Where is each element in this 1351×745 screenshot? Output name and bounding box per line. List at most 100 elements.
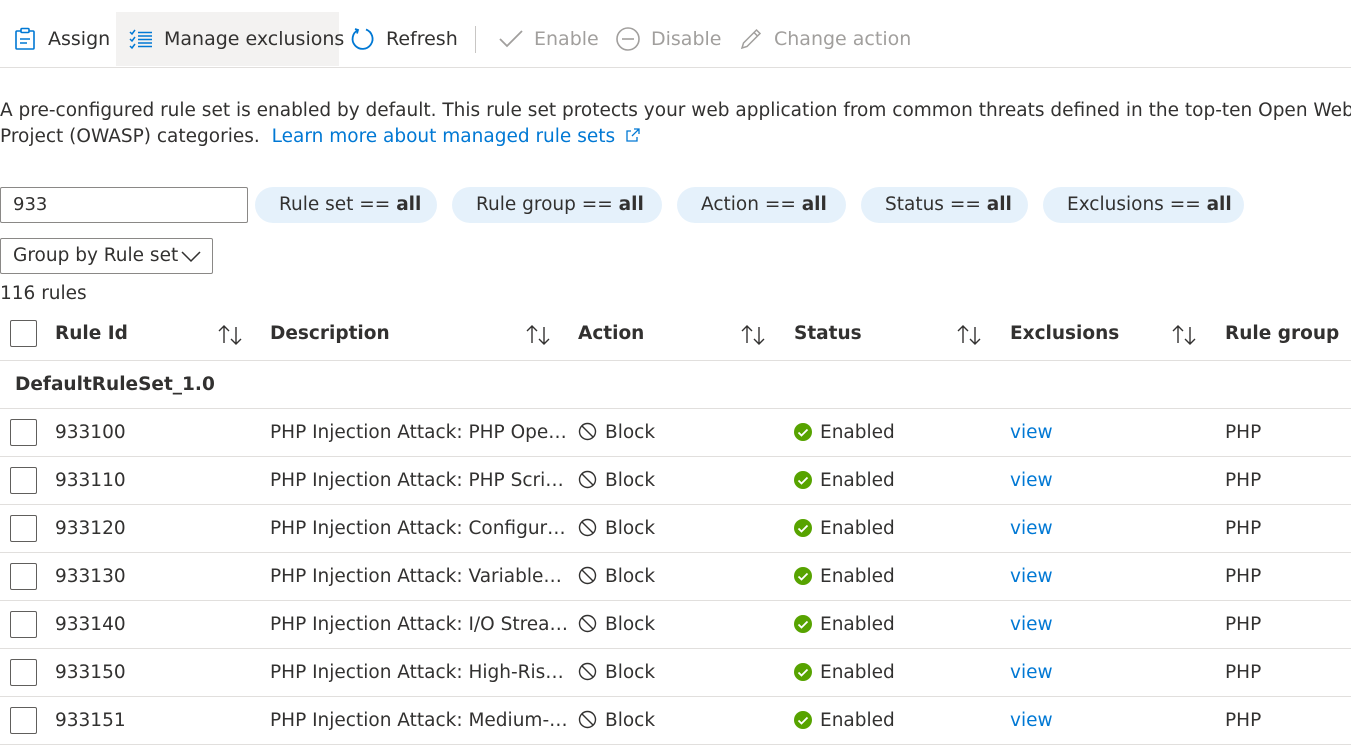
rule-description: PHP Injection Attack: Variables F... [270, 566, 570, 587]
check-circle-icon [794, 663, 812, 681]
rule-action: Block [578, 457, 655, 504]
block-icon [578, 710, 597, 729]
block-icon [578, 662, 597, 681]
assign-button[interactable]: Assign [12, 12, 120, 66]
rule-description: PHP Injection Attack: I/O Stream... [270, 614, 570, 635]
rule-action: Block [578, 649, 655, 696]
filter-pill-action[interactable]: Action == all [677, 187, 846, 223]
column-description[interactable]: Description [270, 310, 390, 360]
chevron-down-icon [181, 251, 201, 263]
select-all-checkbox[interactable] [10, 320, 37, 347]
rule-status: Enabled [794, 457, 895, 504]
row-checkbox[interactable] [10, 563, 37, 590]
table-row[interactable]: 933140 PHP Injection Attack: I/O Stream.… [0, 601, 1351, 649]
sort-icon[interactable] [1171, 323, 1197, 347]
rule-id: 933140 [55, 614, 126, 635]
block-icon [578, 470, 597, 489]
enable-button[interactable]: Enable [498, 12, 599, 66]
rule-id: 933150 [55, 662, 126, 683]
rule-group: PHP [1225, 566, 1262, 587]
filter-pill-status[interactable]: Status == all [861, 187, 1028, 223]
rule-count: 116 rules [0, 283, 87, 304]
rule-status: Enabled [794, 601, 895, 648]
checkmark-icon [498, 26, 524, 52]
column-status[interactable]: Status [794, 310, 862, 360]
rule-group: PHP [1225, 470, 1262, 491]
group-by-dropdown[interactable]: Group by Rule set [0, 238, 213, 274]
rule-description: PHP Injection Attack: High-Risk ... [270, 662, 570, 683]
rule-description: PHP Injection Attack: PHP Open ... [270, 422, 570, 443]
table-row[interactable]: 933130 PHP Injection Attack: Variables F… [0, 553, 1351, 601]
table-header: Rule Id Description Action Status Exclus… [0, 310, 1351, 361]
sort-icon[interactable] [217, 323, 243, 347]
clipboard-icon [12, 26, 38, 52]
check-circle-icon [794, 423, 812, 441]
row-checkbox[interactable] [10, 467, 37, 494]
disable-label: Disable [651, 28, 722, 50]
manage-exclusions-label: Manage exclusions [164, 28, 345, 50]
column-rule-group[interactable]: Rule group [1225, 310, 1339, 360]
check-circle-icon [794, 471, 812, 489]
refresh-icon [350, 26, 376, 52]
table-row[interactable]: 933150 PHP Injection Attack: High-Risk .… [0, 649, 1351, 697]
sort-icon[interactable] [525, 323, 551, 347]
description-line-1: A pre-configured rule set is enabled by … [0, 100, 1351, 121]
refresh-label: Refresh [386, 28, 458, 50]
change-action-button[interactable]: Change action [738, 12, 911, 66]
row-checkbox[interactable] [10, 515, 37, 542]
row-checkbox[interactable] [10, 659, 37, 686]
table-row[interactable]: 933151 PHP Injection Attack: Medium-R...… [0, 697, 1351, 745]
rule-group: PHP [1225, 662, 1262, 683]
column-exclusions[interactable]: Exclusions [1010, 310, 1119, 360]
rule-group: PHP [1225, 614, 1262, 635]
external-link-icon [626, 128, 640, 142]
sort-icon[interactable] [740, 323, 766, 347]
filter-pill-exclusions[interactable]: Exclusions == all [1043, 187, 1244, 223]
manage-exclusions-button[interactable]: Manage exclusions [116, 12, 344, 66]
view-exclusions-link[interactable]: view [1010, 409, 1053, 456]
change-action-label: Change action [774, 28, 912, 50]
block-icon [578, 422, 597, 441]
check-circle-icon [794, 711, 812, 729]
row-checkbox[interactable] [10, 611, 37, 638]
check-circle-icon [794, 519, 812, 537]
rule-action: Block [578, 505, 655, 552]
row-checkbox[interactable] [10, 419, 37, 446]
filter-pill-rule-group[interactable]: Rule group == all [452, 187, 662, 223]
filter-pill-rule-set[interactable]: Rule set == all [255, 187, 437, 223]
rule-group: PHP [1225, 518, 1262, 539]
disable-button[interactable]: Disable [615, 12, 721, 66]
view-exclusions-link[interactable]: view [1010, 505, 1053, 552]
rule-description: PHP Injection Attack: Configurat... [270, 518, 570, 539]
list-icon [128, 26, 154, 52]
column-rule-id[interactable]: Rule Id [55, 310, 128, 360]
rule-id: 933100 [55, 422, 126, 443]
pencil-icon [738, 26, 764, 52]
view-exclusions-link[interactable]: view [1010, 457, 1053, 504]
search-input[interactable]: 933 [0, 187, 248, 223]
learn-more-link[interactable]: Learn more about managed rule sets [272, 126, 641, 147]
check-circle-icon [794, 567, 812, 585]
toolbar-divider [475, 26, 476, 53]
group-by-label: Group by Rule set [13, 245, 179, 266]
view-exclusions-link[interactable]: view [1010, 649, 1053, 696]
enable-label: Enable [534, 28, 599, 50]
table-row[interactable]: 933100 PHP Injection Attack: PHP Open ..… [0, 409, 1351, 457]
assign-label: Assign [48, 28, 111, 50]
block-icon [578, 614, 597, 633]
rule-action: Block [578, 601, 655, 648]
view-exclusions-link[interactable]: view [1010, 553, 1053, 600]
column-action[interactable]: Action [578, 310, 644, 360]
description-line-2: Project (OWASP) categories. [0, 126, 260, 147]
refresh-button[interactable]: Refresh [350, 12, 458, 66]
table-row[interactable]: 933120 PHP Injection Attack: Configurat.… [0, 505, 1351, 553]
view-exclusions-link[interactable]: view [1010, 601, 1053, 648]
ruleset-description: A pre-configured rule set is enabled by … [0, 98, 1351, 150]
rule-status: Enabled [794, 505, 895, 552]
rule-action: Block [578, 409, 655, 456]
table-row[interactable]: 933110 PHP Injection Attack: PHP Script.… [0, 457, 1351, 505]
sort-icon[interactable] [956, 323, 982, 347]
group-header[interactable]: DefaultRuleSet_1.0 [0, 361, 1351, 409]
rule-description: PHP Injection Attack: PHP Script... [270, 470, 570, 491]
rule-action: Block [578, 553, 655, 600]
